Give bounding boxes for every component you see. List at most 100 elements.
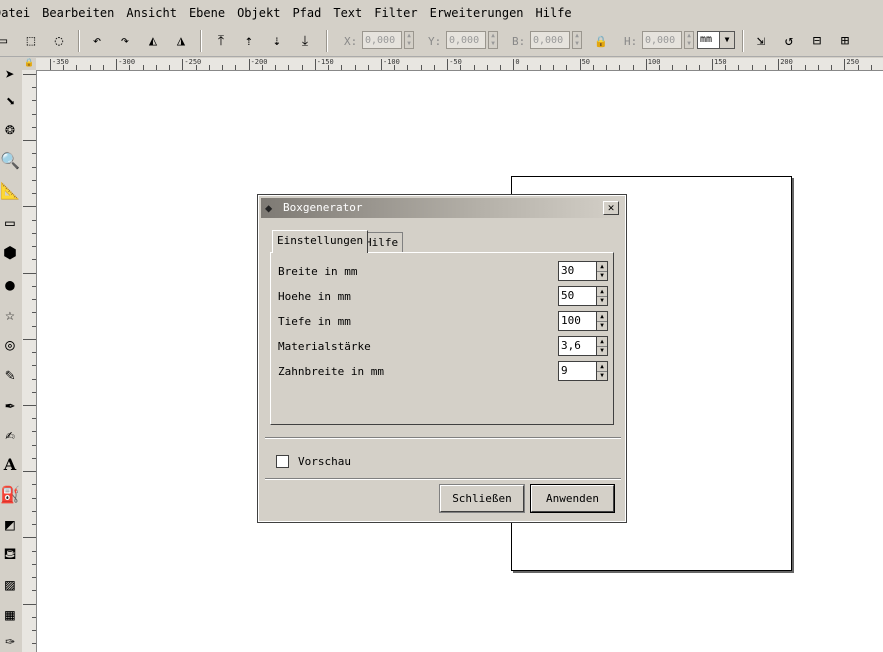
raise-icon[interactable]: ⇡ [238, 30, 260, 52]
y-label: Y: [428, 35, 442, 48]
ruler-tick [645, 59, 647, 70]
zoom-tool-icon[interactable]: 🔍 [0, 148, 20, 172]
horizontal-ruler[interactable]: -350 -300 -250 -200 -150 -100 -50 0 50 100 150 200 2… [36, 58, 883, 71]
x-spinner[interactable]: ▲ ▼ [404, 31, 414, 49]
scale-corners-icon[interactable]: ↺ [778, 30, 800, 52]
ruler-label: -100 [383, 58, 400, 66]
menu-datei[interactable]: Datei [0, 6, 36, 20]
3d-box-tool-icon[interactable]: ⬢ [0, 240, 20, 264]
unit-select[interactable]: mm ▼ [697, 31, 735, 49]
flip-vertical-icon[interactable]: ◮ [170, 30, 192, 52]
dropper-tool-icon[interactable]: ✑ [0, 628, 20, 652]
menu-filter[interactable]: Filter [368, 6, 423, 20]
ruler-tick [23, 405, 36, 406]
materialstaerke-input[interactable]: 3,6 [558, 336, 597, 356]
x-input[interactable]: 0,000 [362, 31, 402, 49]
flip-horizontal-icon[interactable]: ◭ [142, 30, 164, 52]
ruler-tick [222, 65, 224, 70]
spin-down-icon[interactable]: ▼ [597, 321, 607, 330]
height-spinner[interactable]: ▲ ▼ [684, 31, 694, 49]
hoehe-input[interactable]: 50 [558, 286, 597, 306]
text-tool-icon[interactable]: A [0, 452, 20, 476]
chevron-down-icon: ▼ [719, 32, 734, 48]
breite-spinbox[interactable]: 30 ▲ ▼ [558, 261, 608, 281]
menu-objekt[interactable]: Objekt [231, 6, 286, 20]
tiefe-spinbox[interactable]: 100 ▲ ▼ [558, 311, 608, 331]
transform-gradients-icon[interactable]: ⊟ [806, 30, 828, 52]
vorschau-checkbox[interactable] [276, 455, 289, 468]
tool-controls-bar: ▭ ⬚ ◌ ↶ ↷ ◭ ◮ ⤒ ⇡ ⇣ ⤓ X: 0,000 ▲ ▼ Y: 0,0… [0, 26, 883, 57]
ruler-tick [32, 484, 36, 486]
ruler-tick [195, 65, 197, 70]
ruler-tick [102, 65, 104, 70]
scale-stroke-icon[interactable]: ⇲ [750, 30, 772, 52]
tiefe-input[interactable]: 100 [558, 311, 597, 331]
select-all-layers-icon[interactable]: ⬚ [20, 30, 42, 52]
schliessen-button[interactable]: Schließen [439, 484, 525, 513]
ruler-tick [23, 272, 36, 274]
star-tool-icon[interactable]: ☆ [0, 302, 20, 326]
lower-to-bottom-icon[interactable]: ⤓ [294, 30, 316, 52]
ruler-tick [606, 65, 608, 70]
spray-tool-icon[interactable]: ⛽ [0, 482, 20, 506]
select-all-icon[interactable]: ▭ [0, 30, 14, 52]
ruler-tick [381, 59, 382, 70]
close-icon[interactable]: ✕ [603, 201, 619, 215]
dialog-title-bar[interactable]: ◆ Boxgenerator ✕ [261, 198, 623, 218]
gradient-tool-icon[interactable]: ▨ [0, 572, 20, 596]
menu-bearbeiten[interactable]: Bearbeiten [36, 6, 120, 20]
vorschau-label[interactable]: Vorschau [298, 455, 351, 468]
lock-icon[interactable]: 🔒 [594, 35, 608, 48]
measure-tool-icon[interactable]: 📐 [0, 178, 20, 202]
width-input[interactable]: 0,000 [530, 31, 570, 49]
spin-down-icon[interactable]: ▼ [597, 346, 607, 355]
zahnbreite-spinbox[interactable]: 9 ▲ ▼ [558, 361, 608, 381]
ruler-tick [23, 603, 36, 605]
deselect-icon[interactable]: ◌ [48, 30, 70, 52]
hoehe-spinbox[interactable]: 50 ▲ ▼ [558, 286, 608, 306]
rotate-cw-icon[interactable]: ↷ [114, 30, 136, 52]
boxgenerator-dialog: ◆ Boxgenerator ✕ Einstellungen Hilfe Bre… [257, 194, 627, 523]
menu-erweiterungen[interactable]: Erweiterungen [424, 6, 530, 20]
ruler-tick [592, 65, 594, 70]
calligraphy-tool-icon[interactable]: ✍ [0, 422, 20, 446]
paint-bucket-tool-icon[interactable]: ⛾ [0, 542, 20, 566]
raise-to-top-icon[interactable]: ⤒ [210, 30, 232, 52]
y-input[interactable]: 0,000 [446, 31, 486, 49]
rotate-ccw-icon[interactable]: ↶ [86, 30, 108, 52]
node-tool-icon[interactable]: ⬊ [0, 88, 20, 112]
vertical-ruler[interactable] [22, 70, 37, 652]
spin-down-icon[interactable]: ▼ [597, 371, 607, 380]
menu-ansicht[interactable]: Ansicht [120, 6, 183, 20]
unit-value: mm [700, 34, 713, 45]
lower-icon[interactable]: ⇣ [266, 30, 288, 52]
menu-hilfe[interactable]: Hilfe [530, 6, 578, 20]
mesh-tool-icon[interactable]: ▦ [0, 602, 20, 626]
materialstaerke-spinbox[interactable]: 3,6 ▲ ▼ [558, 336, 608, 356]
divider [265, 478, 621, 480]
width-spinner[interactable]: ▲ ▼ [572, 31, 582, 49]
y-spinner[interactable]: ▲ ▼ [488, 31, 498, 49]
eraser-tool-icon[interactable]: ◩ [0, 512, 20, 536]
ellipse-tool-icon[interactable]: ● [0, 272, 20, 296]
selector-tool-icon[interactable]: ➤ [0, 62, 20, 86]
spiral-tool-icon[interactable]: ◎ [0, 332, 20, 356]
tab-einstellungen[interactable]: Einstellungen [272, 230, 369, 253]
height-input[interactable]: 0,000 [642, 31, 682, 49]
menu-pfad[interactable]: Pfad [286, 6, 327, 20]
spin-down-icon[interactable]: ▼ [597, 296, 607, 305]
menu-text[interactable]: Text [327, 6, 368, 20]
spin-down-icon[interactable]: ▼ [597, 271, 607, 280]
pen-tool-icon[interactable]: ✒ [0, 392, 20, 416]
menu-ebene[interactable]: Ebene [183, 6, 231, 20]
x-label: X: [344, 35, 358, 48]
ruler-tick [32, 563, 36, 565]
rectangle-tool-icon[interactable]: ▭ [0, 210, 20, 234]
tweak-tool-icon[interactable]: ❂ [0, 116, 20, 140]
anwenden-button[interactable]: Anwenden [530, 484, 615, 513]
ruler-tick [50, 59, 51, 70]
breite-input[interactable]: 30 [558, 261, 597, 281]
zahnbreite-input[interactable]: 9 [558, 361, 597, 381]
transform-patterns-icon[interactable]: ⊞ [834, 30, 856, 52]
pencil-tool-icon[interactable]: ✎ [0, 362, 20, 386]
